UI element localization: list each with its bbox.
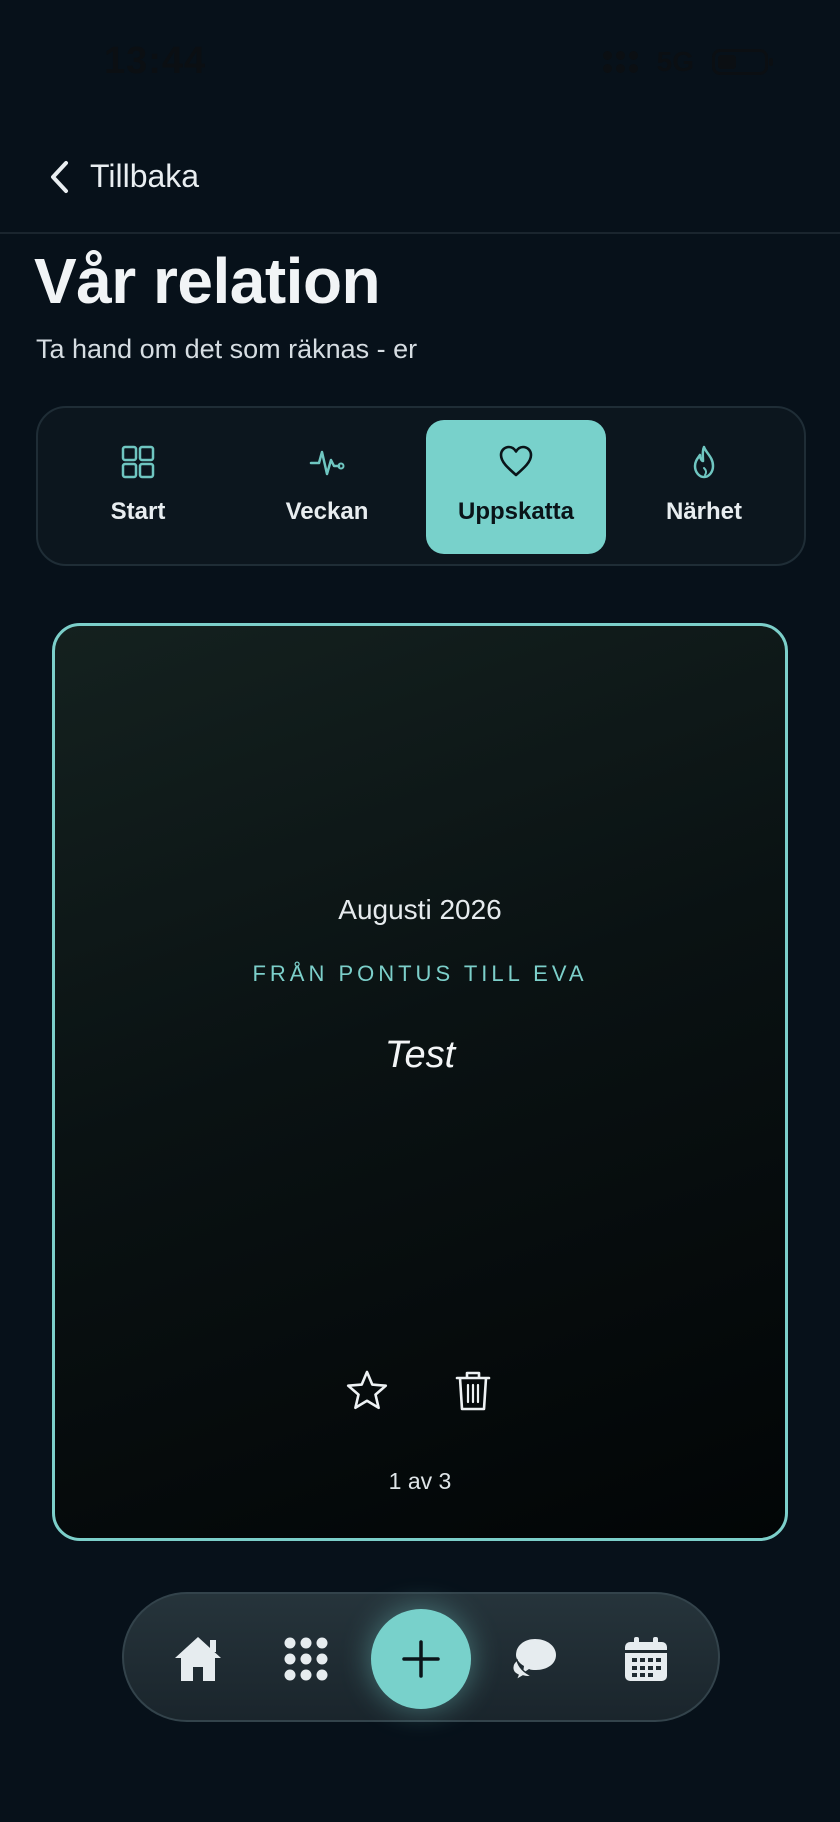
card-page-counter: 1 av 3 bbox=[388, 1468, 452, 1494]
chevron-left-icon bbox=[51, 160, 68, 193]
section-tabs: Start Veckan Uppskatta Närhet bbox=[36, 406, 806, 566]
nav-apps-button[interactable] bbox=[274, 1627, 338, 1691]
home-icon bbox=[175, 1637, 221, 1681]
page-title: Vår relation bbox=[34, 245, 381, 317]
status-bar: 13:44 5G bbox=[0, 0, 840, 120]
star-icon bbox=[346, 1370, 388, 1410]
tab-label-narhet: Närhet bbox=[665, 498, 743, 525]
card-date: Augusti 2026 bbox=[338, 894, 502, 925]
trash-icon bbox=[455, 1371, 491, 1411]
back-button[interactable]: Tillbaka bbox=[46, 158, 199, 195]
back-label: Tillbaka bbox=[90, 158, 200, 194]
signal-icon bbox=[602, 48, 639, 76]
app-screen: 13:44 5G Tillbaka Vår relation Ta hand o… bbox=[0, 0, 840, 1822]
chat-icon bbox=[511, 1639, 556, 1682]
heart-icon bbox=[496, 442, 536, 482]
battery-icon bbox=[712, 49, 773, 75]
navigation-bar: Tillbaka bbox=[0, 140, 840, 234]
tab-label-start: Start bbox=[110, 498, 166, 525]
status-time: 13:44 bbox=[104, 40, 207, 82]
tab-start[interactable]: Start bbox=[48, 420, 228, 554]
delete-button[interactable] bbox=[450, 1368, 496, 1414]
tab-label-veckan: Veckan bbox=[285, 498, 369, 525]
card-actions bbox=[55, 1368, 785, 1414]
nav-home-button[interactable] bbox=[166, 1627, 230, 1691]
flame-icon bbox=[684, 442, 724, 482]
page-subtitle: Ta hand om det som räknas - er bbox=[36, 334, 418, 364]
grid-icon bbox=[118, 442, 158, 482]
card-sender-recipient: FRÅN PONTUS TILL EVA bbox=[252, 961, 588, 986]
tab-label-uppskatta: Uppskatta bbox=[457, 498, 575, 525]
card-message: Test bbox=[384, 1034, 456, 1076]
network-label: 5G bbox=[656, 46, 694, 77]
calendar-icon bbox=[625, 1637, 667, 1681]
tab-narhet[interactable]: Närhet bbox=[614, 420, 794, 554]
nav-chat-button[interactable] bbox=[504, 1627, 568, 1691]
plus-icon bbox=[402, 1640, 440, 1678]
favorite-button[interactable] bbox=[344, 1368, 390, 1414]
tab-veckan[interactable]: Veckan bbox=[237, 420, 417, 554]
bottom-navigation bbox=[122, 1592, 720, 1722]
appreciation-card[interactable]: Augusti 2026 FRÅN PONTUS TILL EVA Test 1… bbox=[52, 623, 788, 1541]
status-indicators: 5G bbox=[602, 46, 773, 78]
nav-calendar-button[interactable] bbox=[614, 1627, 678, 1691]
apps-icon bbox=[284, 1637, 328, 1681]
tab-uppskatta[interactable]: Uppskatta bbox=[426, 420, 606, 554]
add-button[interactable] bbox=[371, 1609, 471, 1709]
heartbeat-icon bbox=[307, 442, 347, 482]
